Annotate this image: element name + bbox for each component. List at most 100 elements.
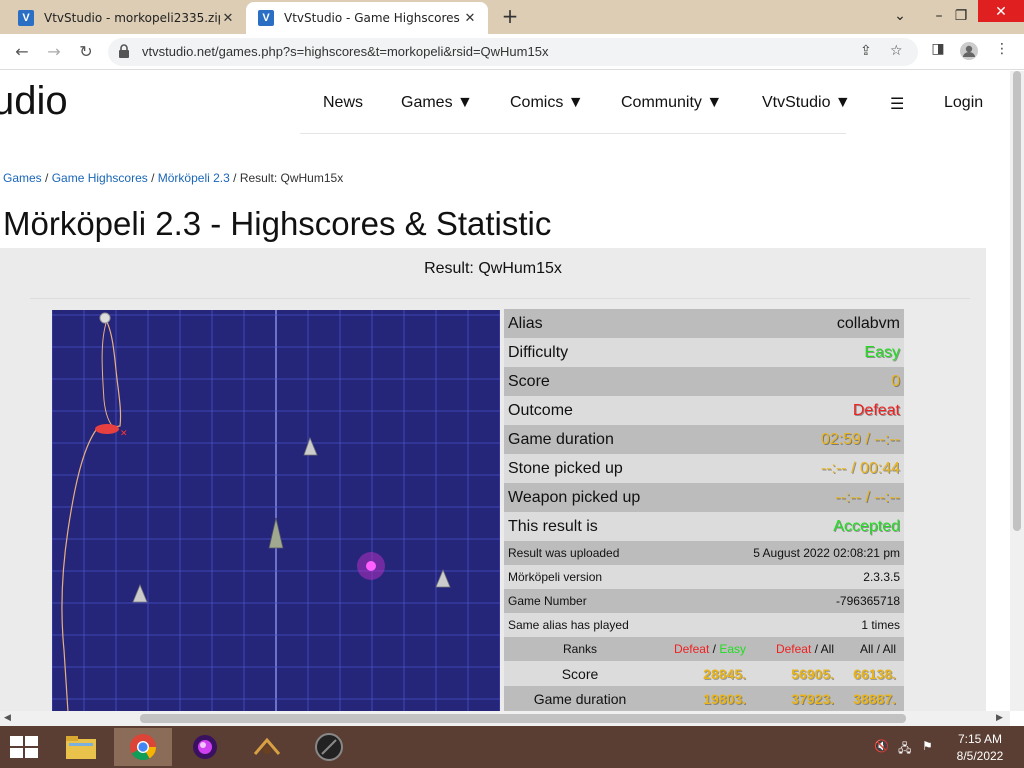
stat-label: Game duration (508, 430, 614, 448)
taskbar: 🔇 🖧 ⚑ 7:15 AM 8/5/2022 (0, 726, 1024, 768)
tab-morkopeli-zip[interactable]: V VtvStudio - morkopeli2335.zip ✕ (6, 2, 246, 34)
nav-comics[interactable]: Comics ▼ (510, 94, 584, 112)
breadcrumb-separator: / (147, 171, 158, 185)
stat-label: Stone picked up (508, 459, 623, 477)
stat-row-same-alias: Same alias has played 1 times (504, 613, 904, 637)
nav-divider (300, 133, 846, 134)
share-icon[interactable]: ⇪ (860, 43, 872, 59)
nav-games[interactable]: Games ▼ (401, 94, 473, 112)
window-close-button[interactable]: ✕ (978, 0, 1024, 22)
stat-row-difficulty: Difficulty Easy (504, 338, 904, 367)
clock-date: 8/5/2022 (956, 749, 1004, 763)
start-point-icon (99, 312, 111, 324)
stat-value: --:-- / 00:44 (820, 459, 900, 477)
stat-label: Game Number (508, 594, 587, 608)
page-content: udio News Games ▼ Comics ▼ Community ▼ V… (0, 71, 1010, 711)
nav-community[interactable]: Community ▼ (621, 94, 722, 112)
taskbar-file-explorer[interactable] (52, 728, 110, 766)
forward-arrow-icon[interactable]: → (42, 40, 66, 64)
ranks-label: Ranks (562, 642, 597, 656)
address-bar[interactable]: vtvstudio.net/games.php?s=highscores&t=m… (108, 38, 918, 66)
taskbar-app-dark[interactable] (300, 728, 358, 766)
taskbar-app-game[interactable] (238, 728, 296, 766)
folder-icon (66, 736, 96, 759)
menu-icon[interactable]: ⋮ (991, 41, 1013, 63)
breadcrumb-games[interactable]: Games (3, 171, 42, 185)
stat-row-version: Mörköpeli version 2.3.3.5 (504, 565, 904, 589)
stat-label: Same alias has played (508, 618, 629, 632)
star-icon[interactable]: ☆ (890, 43, 903, 59)
taskbar-app-purple-orb[interactable] (176, 728, 234, 766)
stat-value: 2.3.3.5 (863, 570, 900, 584)
tab-search-chevron-icon[interactable]: ⌄ (885, 4, 915, 28)
stat-row-game-number: Game Number -796365718 (504, 589, 904, 613)
ranks-col-defeat-easy: Defeat / Easy (673, 642, 746, 656)
network-icon[interactable]: 🖧 (898, 739, 911, 760)
dark-app-icon (315, 733, 343, 761)
defeat-marker-icon: ✕ (120, 429, 128, 439)
stat-value: Easy (864, 343, 900, 361)
stat-value: 0 (891, 372, 900, 390)
breadcrumb-highscores[interactable]: Game Highscores (52, 171, 148, 185)
stat-label: Score (508, 372, 550, 390)
game-map-canvas: ✕ (52, 310, 500, 711)
ranks-col-all-all: All / All (859, 642, 896, 656)
close-tab-icon[interactable]: ✕ (220, 11, 236, 26)
reload-icon[interactable]: ↻ (74, 40, 98, 64)
scroll-left-arrow-icon[interactable]: ◀ (4, 713, 11, 723)
lock-icon[interactable] (118, 44, 130, 58)
stat-label: Outcome (508, 401, 573, 419)
nav-news[interactable]: News (323, 94, 363, 112)
stat-value: collabvm (836, 314, 900, 332)
stat-label: This result is (508, 517, 598, 535)
profile-icon[interactable] (958, 41, 980, 63)
site-logo[interactable]: udio (0, 79, 68, 124)
tab-strip: V VtvStudio - morkopeli2335.zip ✕ V VtvS… (0, 0, 1024, 34)
nav-login[interactable]: Login (944, 94, 983, 112)
windows-start-icon[interactable] (10, 736, 38, 758)
horizontal-scrollbar-thumb[interactable] (140, 714, 906, 723)
hamburger-menu-icon[interactable]: ☰ (890, 94, 904, 114)
restore-button[interactable]: ❐ (946, 4, 976, 28)
stat-value: 1 times (861, 618, 900, 632)
horizontal-scrollbar[interactable]: ◀ ▶ (0, 711, 1010, 726)
tab-title: VtvStudio - morkopeli2335.zip (44, 11, 220, 25)
stat-row-duration: Game duration 02:59 / --:-- (504, 425, 904, 454)
stat-label: Alias (508, 314, 543, 332)
taskbar-clock[interactable]: 7:15 AM 8/5/2022 (950, 731, 1010, 765)
result-heading: Result: QwHum15x (424, 260, 562, 277)
game-map: ✕ (52, 310, 500, 711)
player-position-icon (95, 424, 119, 434)
close-tab-icon[interactable]: ✕ (462, 11, 478, 26)
notification-icon[interactable]: ⚑ (922, 739, 933, 753)
stone-icon (366, 561, 376, 571)
profile-avatar-icon (960, 42, 978, 60)
stat-row-stone: Stone picked up --:-- / 00:44 (504, 454, 904, 483)
stat-value: 02:59 / --:-- (820, 430, 900, 448)
volume-muted-icon[interactable]: 🔇 (874, 739, 889, 753)
new-tab-button[interactable]: + (498, 5, 522, 29)
taskbar-chrome[interactable] (114, 728, 172, 766)
breadcrumb-current: Result: QwHum15x (239, 171, 344, 185)
stats-table: Alias collabvm Difficulty Easy Score 0 O… (504, 309, 904, 711)
stat-label: Mörköpeli version (508, 570, 603, 584)
page-title: Mörköpeli 2.3 - Highscores & Statistic (3, 205, 552, 242)
scroll-right-arrow-icon[interactable]: ▶ (996, 713, 1003, 723)
back-arrow-icon[interactable]: ← (10, 40, 34, 64)
clock-time: 7:15 AM (957, 732, 1003, 746)
sidebar-icon[interactable]: ◨ (927, 41, 949, 63)
stat-label: Result was uploaded (508, 546, 620, 560)
vertical-scrollbar-thumb[interactable] (1013, 71, 1021, 531)
breadcrumb-game[interactable]: Mörköpeli 2.3 (158, 171, 230, 185)
stat-row-alias: Alias collabvm (504, 309, 904, 338)
nav-vtvstudio[interactable]: VtvStudio ▼ (762, 94, 851, 112)
vertical-scrollbar[interactable] (1010, 71, 1024, 711)
tab-title: VtvStudio - Game Highscores (284, 11, 460, 25)
breadcrumb-separator: / (41, 171, 52, 185)
stat-row-weapon: Weapon picked up --:-- / --:-- (504, 483, 904, 512)
rank-value: 38887. (853, 690, 896, 707)
breadcrumb-separator: / (229, 171, 240, 185)
rank-label: Game duration (533, 690, 627, 707)
tab-game-highscores[interactable]: V VtvStudio - Game Highscores ✕ (246, 2, 488, 34)
url-text[interactable]: vtvstudio.net/games.php?s=highscores&t=m… (142, 44, 548, 59)
